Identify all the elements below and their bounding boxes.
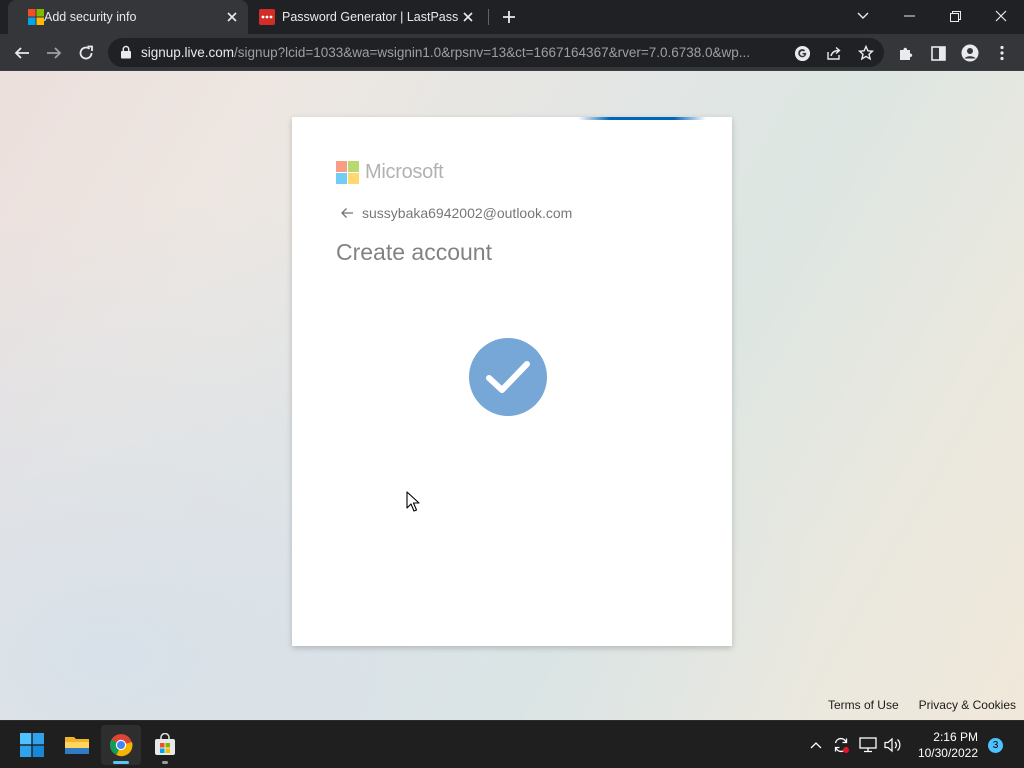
side-panel-button[interactable] [924,39,952,67]
side-panel-icon [930,45,946,61]
tab-close-icon[interactable] [460,9,476,25]
minimize-icon [903,15,915,17]
network-tray-button[interactable] [858,735,878,755]
tab-title: Add security info [44,10,137,24]
browser-toolbar: signup.live.com/signup?lcid=1033&wa=wsig… [0,34,1024,71]
extensions-button[interactable] [892,39,920,67]
volume-tray-button[interactable] [883,735,903,755]
privacy-cookies-link[interactable]: Privacy & Cookies [919,698,1016,712]
reload-button[interactable] [72,39,100,67]
puzzle-icon [900,47,913,60]
tab-add-security-info[interactable]: Add security info [8,0,248,34]
restore-button[interactable] [932,0,978,32]
start-button[interactable] [12,725,52,765]
microsoft-logo: Microsoft [336,161,444,184]
lastpass-icon [259,9,275,25]
checkmark-icon [486,361,530,393]
url-path: /signup?lcid=1033&wa=wsignin1.0&rpsnv=13… [234,45,751,60]
chrome-taskbar-button[interactable] [101,725,141,765]
google-icon [794,45,810,61]
file-explorer-icon [65,737,89,754]
profile-button[interactable] [956,39,984,67]
chevron-down-icon [857,12,869,19]
forward-button[interactable] [40,39,68,67]
url-text[interactable]: signup.live.com/signup?lcid=1033&wa=wsig… [141,45,781,60]
avatar-icon [961,44,979,62]
page-content: Microsoft sussybaka6942002@outlook.com C… [0,71,1024,720]
windows-start-icon [20,733,44,757]
url-host: signup.live.com [141,45,235,60]
share-button[interactable] [823,42,845,64]
show-hidden-icons-button[interactable] [806,735,826,755]
identity-email: sussybaka6942002@outlook.com [362,205,573,221]
address-bar[interactable]: signup.live.com/signup?lcid=1033&wa=wsig… [108,38,884,67]
file-explorer-button[interactable] [57,725,97,765]
microsoft-store-button[interactable] [145,725,185,765]
clock-time: 2:16 PM [933,730,978,744]
arrow-right-icon [47,47,62,59]
tab-strip: Add security info Password Generator | L… [0,0,1024,34]
star-icon [858,45,874,61]
taskbar-clock[interactable]: 2:16 PM 10/30/2022 [918,729,978,761]
success-indicator [469,338,547,416]
reload-icon [79,45,93,60]
menu-button[interactable] [988,39,1016,67]
chevron-up-icon [810,742,822,749]
back-button[interactable] [8,39,36,67]
tab-title: Password Generator | LastPass [282,10,459,24]
volume-icon [884,737,901,753]
running-app-indicator [162,761,168,764]
identity-banner[interactable]: sussybaka6942002@outlook.com [340,205,572,221]
microsoft-logo-icon [28,9,44,25]
share-icon [827,46,841,60]
bookmark-button[interactable] [855,42,877,64]
page-title: Create account [336,239,492,265]
signup-card: Microsoft sussybaka6942002@outlook.com C… [292,117,732,646]
footer-links: Terms of Use Privacy & Cookies [808,698,1016,712]
sync-icon [834,737,849,753]
active-app-indicator [113,761,129,764]
microsoft-grid-icon [336,161,359,184]
taskbar: 2:16 PM 10/30/2022 3 [0,720,1024,768]
sync-tray-button[interactable] [831,735,851,755]
clock-date: 10/30/2022 [917,746,978,760]
mouse-cursor-icon [406,491,420,512]
terms-of-use-link[interactable]: Terms of Use [828,698,899,712]
more-vertical-icon [1000,45,1004,61]
close-window-button[interactable] [978,0,1024,32]
new-tab-button[interactable] [498,6,520,28]
microsoft-store-icon [155,733,175,755]
close-icon [995,10,1007,22]
progress-indicator [578,117,706,120]
tab-password-generator[interactable]: Password Generator | LastPass [250,0,486,34]
notification-badge[interactable]: 3 [988,738,1003,753]
back-arrow-icon[interactable] [340,205,356,221]
brand-name: Microsoft [365,161,444,183]
chrome-icon [110,734,133,757]
tab-search-button[interactable] [840,0,886,32]
lock-icon[interactable] [120,45,132,59]
restore-icon [949,10,961,22]
network-icon [859,737,877,753]
tab-close-icon[interactable] [224,9,240,25]
minimize-button[interactable] [886,0,932,32]
google-lens-button[interactable] [791,42,813,64]
tab-separator [488,9,489,25]
plus-icon [503,11,515,23]
arrow-left-icon [14,47,29,59]
